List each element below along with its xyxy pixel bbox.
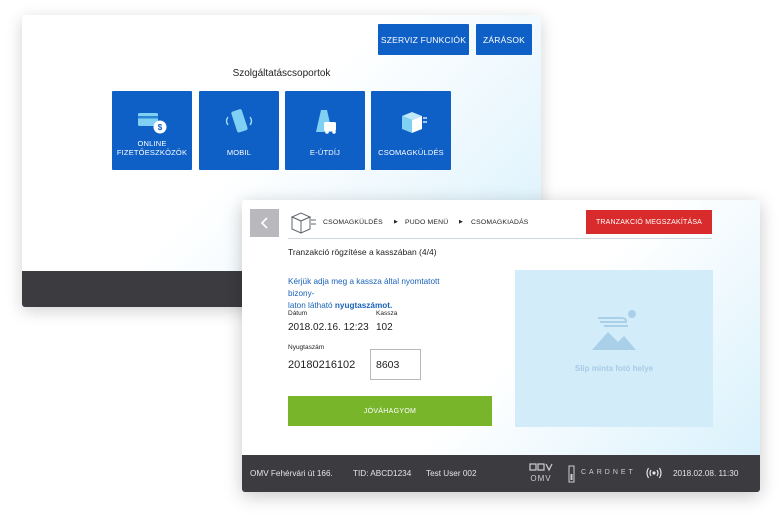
tile-parcel[interactable]: CSOMAGKÜLDÉS [371, 91, 451, 170]
cardnet-logo-text: CARDNET [581, 469, 636, 476]
chevron-left-icon [260, 217, 268, 229]
slip-placeholder-caption: Slip minta fotó helye [574, 364, 654, 373]
tile-mobile[interactable]: MOBIL [199, 91, 279, 170]
breadcrumb-item[interactable]: CSOMAGKÜLDÉS [323, 219, 383, 226]
breadcrumb-separator-icon: ▶ [459, 219, 463, 225]
mobile-icon [223, 107, 255, 137]
divider [288, 238, 712, 239]
date-value: 2018.02.16. 12:23 [288, 322, 369, 333]
station-address: OMV Fehérvári út 166. [250, 469, 333, 478]
package-icon [394, 107, 428, 137]
back-button[interactable] [250, 209, 279, 237]
instruction-line: laton látható [288, 301, 333, 310]
instruction-text: Kérjük adja meg a kassza által nyomtatot… [288, 276, 468, 312]
cardnet-logo-mark-icon [568, 465, 575, 483]
receipt-label: Nyugtaszám [288, 344, 325, 351]
breadcrumb-item[interactable]: PUDO MENÜ [405, 219, 448, 226]
step-indicator: (4/4) [419, 247, 437, 257]
closings-button[interactable]: ZÁRÁSOK [476, 24, 532, 55]
cancel-transaction-button[interactable]: TRANZAKCIÓ MEGSZAKÍTÁSA [586, 210, 712, 234]
instruction-line: Kérjük adja meg a kassza által nyomtatot… [288, 277, 440, 298]
image-placeholder-icon [592, 310, 636, 350]
card-coin-icon: $ [136, 107, 168, 137]
cardnet-logo [568, 465, 576, 485]
omv-logo-text: OMV [530, 474, 552, 483]
breadcrumb-item: CSOMAGKIADÁS [471, 219, 529, 226]
tile-road-toll[interactable]: E-ÚTDÍJ [285, 91, 365, 170]
stage: SZERVIZ FUNKCIÓK ZÁRÁSOK Szolgáltatáscso… [0, 0, 783, 521]
omv-logo-mark-icon [529, 463, 553, 472]
receipt-number-value: 20180216102 [288, 359, 356, 371]
tile-online-payment[interactable]: $ ONLINE FIZETŐESZKÖZÖK [112, 91, 192, 170]
page-title: Tranzakció rögzítése a kasszában (4/4) [288, 247, 437, 257]
service-functions-button[interactable]: SZERVIZ FUNKCIÓK [378, 24, 469, 55]
content-area: CSOMAGKÜLDÉS ▶ PUDO MENÜ ▶ CSOMAGKIADÁS … [242, 200, 760, 455]
clock: 2018.02.08. 11:30 [673, 469, 739, 478]
page-title-text: Tranzakció rögzítése a kasszában [288, 247, 417, 257]
tile-label: E-ÚTDÍJ [309, 148, 341, 157]
contactless-icon [646, 467, 662, 481]
parcel-pickup-screen: CSOMAGKÜLDÉS ▶ PUDO MENÜ ▶ CSOMAGKIADÁS … [242, 200, 760, 492]
confirm-button[interactable]: JÓVÁHAGYOM [288, 396, 492, 426]
date-label: Dátum [288, 310, 308, 317]
till-label: Kassza [376, 310, 398, 317]
receipt-code-input[interactable]: 8603 [370, 349, 421, 380]
user-name: Test User 002 [426, 469, 477, 478]
package-icon [288, 211, 318, 240]
omv-logo: OMV [527, 463, 555, 483]
till-value: 102 [376, 322, 393, 333]
slip-photo-placeholder: Slip minta fotó helye [515, 270, 713, 427]
tile-label: CSOMAGKÜLDÉS [378, 148, 444, 157]
instruction-emphasis: nyugtaszámot. [334, 301, 393, 310]
service-groups-title: Szolgáltatáscsoportok [232, 68, 331, 79]
status-bar: OMV Fehérvári út 166. TID: ABCD1234 Test… [242, 455, 760, 492]
svg-text:$: $ [158, 123, 163, 132]
tile-label: ONLINE FIZETŐESZKÖZÖK [116, 139, 188, 157]
breadcrumb-separator-icon: ▶ [394, 219, 398, 225]
road-toll-icon [309, 107, 341, 137]
tile-label: MOBIL [226, 148, 252, 157]
terminal-id: TID: ABCD1234 [353, 469, 412, 478]
